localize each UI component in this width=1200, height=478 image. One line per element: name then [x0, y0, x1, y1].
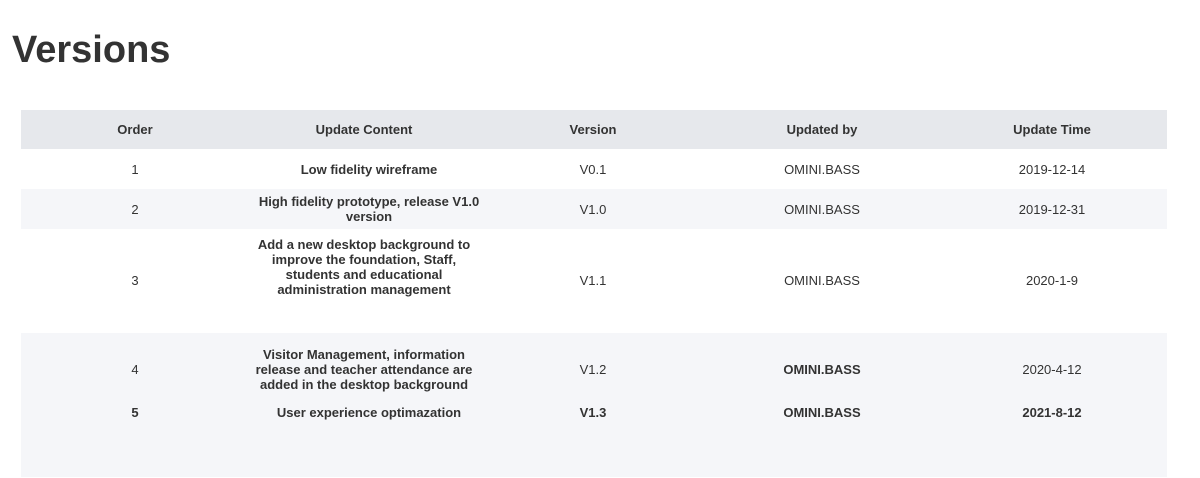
column-header-order: Order — [21, 110, 249, 149]
table-row: 3 Add a new desktop background to improv… — [21, 229, 1167, 333]
updated-by-cell: OMINI.BASS — [783, 405, 861, 420]
table-row: 5 User experience optimazation V1.3 OMIN… — [21, 405, 1167, 477]
column-header-update-time: Update Time — [937, 110, 1167, 149]
updated-by-cell: OMINI.BASS — [784, 201, 860, 217]
page-title: Versions — [12, 29, 171, 71]
update-time-cell: 2019-12-31 — [1018, 201, 1086, 217]
content-cell: Visitor Management, information release … — [249, 333, 479, 405]
column-header-update-content: Update Content — [249, 110, 479, 149]
content-text: Visitor Management, information release … — [255, 347, 473, 392]
content-text: High fidelity prototype, release V1.0 ve… — [258, 194, 480, 224]
updated-by-cell: OMINI.BASS — [784, 161, 860, 177]
order-cell: 5 — [131, 405, 139, 420]
order-cell: 4 — [131, 362, 139, 377]
table-row: 2 High fidelity prototype, release V1.0 … — [21, 189, 1167, 229]
content-text: User experience optimazation — [276, 405, 462, 420]
update-time-cell: 2019-12-14 — [1018, 161, 1086, 177]
table-row: 4 Visitor Management, information releas… — [21, 333, 1167, 405]
update-time-cell: 2021-8-12 — [1022, 405, 1082, 420]
content-cell: Add a new desktop background to improve … — [249, 229, 479, 333]
order-cell: 1 — [131, 161, 139, 177]
content-cell: Low fidelity wireframe — [249, 149, 479, 189]
order-cell: 2 — [131, 201, 139, 217]
update-time-cell: 2020-4-12 — [1022, 362, 1082, 377]
content-text: Low fidelity wireframe — [300, 161, 438, 177]
table-header-row: Order Update Content Version Updated by … — [21, 110, 1167, 149]
content-text: Add a new desktop background to improve … — [257, 237, 471, 297]
version-cell: V1.0 — [579, 201, 607, 217]
version-cell: V1.2 — [579, 362, 607, 377]
content-cell: High fidelity prototype, release V1.0 ve… — [249, 189, 479, 229]
version-cell: V1.3 — [579, 405, 607, 420]
content-cell: User experience optimazation — [249, 405, 479, 477]
column-header-version: Version — [479, 110, 707, 149]
update-time-cell: 2020-1-9 — [1025, 273, 1079, 288]
versions-table: Order Update Content Version Updated by … — [21, 110, 1167, 477]
column-header-updated-by: Updated by — [707, 110, 937, 149]
table-row: 1 Low fidelity wireframe V0.1 OMINI.BASS… — [21, 149, 1167, 189]
updated-by-cell: OMINI.BASS — [784, 273, 860, 288]
version-cell: V1.1 — [579, 273, 607, 288]
updated-by-cell: OMINI.BASS — [783, 362, 861, 377]
version-cell: V0.1 — [579, 161, 607, 177]
order-cell: 3 — [131, 273, 139, 288]
